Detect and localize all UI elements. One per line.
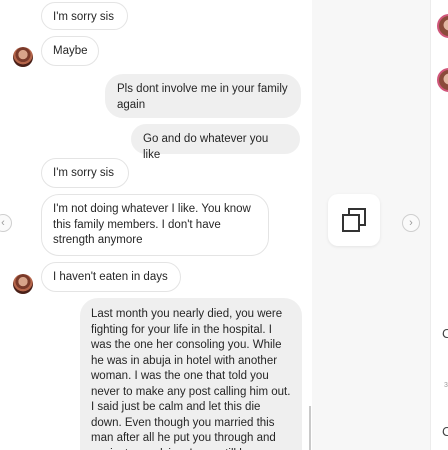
message-sent: Go and do whatever you like <box>131 124 300 161</box>
message-text: I'm sorry sis <box>53 167 114 179</box>
message-received: Maybe <box>41 36 99 66</box>
story-avatar[interactable] <box>437 68 448 92</box>
story-avatar[interactable] <box>437 14 448 38</box>
message-sent: Last month you nearly died, you were fig… <box>80 298 302 450</box>
avatar <box>13 274 33 294</box>
copy-icon <box>342 208 366 232</box>
chat-thread: I'm sorry sis Maybe Pls dont involve me … <box>0 0 312 450</box>
message-text: I'm sorry sis <box>53 11 114 23</box>
message-received: I'm not doing whatever I like. You know … <box>41 194 269 256</box>
panel-glyph: C <box>442 326 448 341</box>
chevron-left-icon: ‹ <box>1 217 5 229</box>
message-text: I'm not doing whatever I like. You know … <box>53 203 251 246</box>
avatar <box>13 47 33 67</box>
side-panel: C 3 C <box>430 0 448 450</box>
panel-glyph: C <box>442 424 448 439</box>
message-received: I haven't eaten in days <box>41 262 181 292</box>
message-text: I haven't eaten in days <box>53 271 168 283</box>
message-sent: Pls dont involve me in your family again <box>105 74 301 118</box>
message-text: Maybe <box>53 45 88 57</box>
scrollbar[interactable] <box>309 406 311 450</box>
panel-count: 3 <box>444 382 448 389</box>
message-received: I'm sorry sis <box>41 158 129 188</box>
message-text: Last month you nearly died, you were fig… <box>91 308 291 450</box>
message-text: Pls dont involve me in your family again <box>117 83 288 111</box>
message-received: I'm sorry sis <box>41 2 128 30</box>
message-text: Go and do whatever you like <box>143 133 269 161</box>
copy-button[interactable] <box>328 194 380 246</box>
next-button[interactable]: › <box>402 214 420 232</box>
chevron-right-icon: › <box>409 217 413 229</box>
